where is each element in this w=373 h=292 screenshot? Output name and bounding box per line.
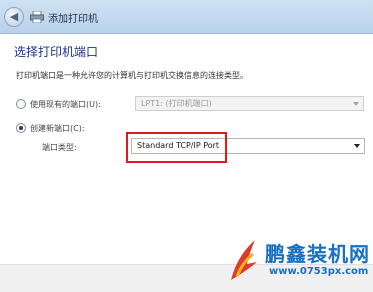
use-existing-port-label: 使用现有的端口(U):: [30, 100, 101, 109]
brand-logo-icon: [231, 240, 257, 280]
create-new-port-radio[interactable]: [16, 123, 26, 133]
watermark-url: www.0753px.com: [269, 266, 369, 277]
chevron-down-icon: [354, 144, 360, 148]
back-arrow-icon: ◀: [9, 10, 19, 23]
chevron-down-icon: [353, 101, 359, 106]
highlight-box: [126, 132, 227, 163]
port-type-label: 端口类型:: [42, 143, 77, 152]
use-existing-port-radio[interactable]: [16, 99, 26, 109]
existing-port-value: LPT1: (打印机端口): [141, 99, 212, 108]
watermark-brand: 鹏鑫装机网: [265, 242, 370, 266]
create-new-port-label: 创建新端口(C):: [30, 124, 85, 133]
page-heading: 选择打印机端口: [14, 45, 99, 59]
description-text: 打印机端口是一种允许您的计算机与打印机交换信息的连接类型。: [16, 71, 248, 80]
back-button[interactable]: ◀: [4, 7, 24, 27]
window-title: 添加打印机: [48, 14, 98, 25]
printer-icon: [30, 11, 44, 23]
watermark: 鹏鑫装机网 www.0753px.com: [227, 236, 370, 288]
title-bar: ◀ 添加打印机: [0, 0, 373, 34]
existing-port-select[interactable]: LPT1: (打印机端口): [135, 96, 364, 111]
